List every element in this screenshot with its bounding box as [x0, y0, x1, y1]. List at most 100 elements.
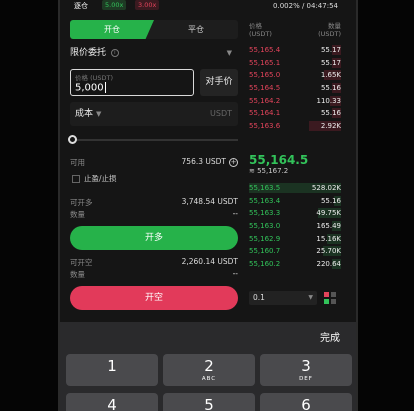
- short-qty-row: 数量 --: [70, 269, 238, 280]
- key-4[interactable]: 4GHI: [66, 393, 158, 411]
- long-qty-label: 数量: [70, 210, 85, 219]
- key-3[interactable]: 3 DEF: [260, 354, 352, 386]
- plus-icon[interactable]: +: [229, 158, 238, 167]
- key-digit: 6: [301, 396, 311, 411]
- amount-slider[interactable]: [68, 135, 238, 144]
- long-qty-row: 数量 --: [70, 209, 238, 220]
- order-type-select[interactable]: 限价委托 i ▼: [70, 43, 238, 63]
- key-digit: 5: [204, 396, 214, 411]
- ask-price: 55,164.2: [249, 96, 281, 105]
- ask-qty: 55.17: [320, 58, 341, 67]
- can-open-long-row: 可开多 3,748.54 USDT: [70, 197, 238, 208]
- slider-handle[interactable]: [68, 135, 77, 144]
- qty-header: 数量 (USDT): [318, 22, 341, 38]
- cost-label: 成本: [75, 109, 94, 119]
- available-label: 可用: [70, 158, 85, 167]
- key-1[interactable]: 1: [66, 354, 158, 386]
- cost-unit: USDT: [210, 109, 232, 118]
- ask-price: 55,165.0: [249, 71, 281, 80]
- info-icon[interactable]: i: [110, 48, 119, 57]
- ask-qty: 55.17: [320, 46, 341, 54]
- ask-row[interactable]: 55,165.4 55.17: [249, 44, 341, 57]
- ask-row[interactable]: 55,164.2 110.33: [249, 95, 341, 108]
- key-2[interactable]: 2 ABC: [163, 354, 255, 386]
- ask-qty: 55.16: [320, 84, 341, 93]
- bid-price: 55,163.5: [249, 184, 281, 192]
- ask-row[interactable]: 55,163.6 2.92K: [249, 120, 341, 133]
- ask-row[interactable]: 55,164.5 55.16: [249, 82, 341, 95]
- bid-qty: 49.75K: [316, 209, 341, 218]
- text-cursor: [104, 82, 106, 93]
- bid-row[interactable]: 55,162.9 15.16K: [249, 233, 341, 246]
- done-button[interactable]: 完成: [320, 329, 340, 344]
- bid-qty: 15.16K: [316, 234, 341, 243]
- bid-qty: 55.16: [320, 196, 341, 205]
- bid-price: 55,163.3: [249, 209, 281, 218]
- ask-row[interactable]: 55,165.0 1.65K: [249, 69, 341, 82]
- counterparty-price-button[interactable]: 对手价: [200, 69, 238, 96]
- chevron-down-icon: ▼: [308, 294, 313, 301]
- open-short-button[interactable]: 开空: [70, 286, 238, 310]
- price-input[interactable]: 价格 (USDT) 5,000: [70, 69, 194, 96]
- short-qty-value: --: [232, 269, 238, 278]
- tpsl-toggle[interactable]: 止盈/止损: [72, 173, 117, 184]
- orderbook-header: 价格 (USDT) 数量 (USDT): [249, 20, 341, 38]
- bid-row[interactable]: 55,163.0 165.49: [249, 220, 341, 233]
- price-input-value: 5,000: [75, 82, 106, 94]
- key-letters: ABC: [201, 376, 217, 382]
- ask-price: 55,164.1: [249, 109, 281, 118]
- top-status-bar: 逐仓 5.00x 3.00x 0.002% / 04:47:54: [60, 0, 356, 13]
- tpsl-label: 止盈/止损: [84, 174, 117, 183]
- bid-row[interactable]: 55,160.7 25.70K: [249, 245, 341, 258]
- can-open-long-value: 3,748.54 USDT: [181, 197, 238, 206]
- price-input-label: 价格 (USDT): [75, 74, 113, 82]
- bid-qty: 220.64: [316, 260, 342, 269]
- mark-price: ≋ 55,167.2: [249, 167, 289, 175]
- available-row: 可用 756.3 USDT +: [70, 157, 238, 168]
- bid-row[interactable]: 55,163.4 55.16: [249, 195, 341, 208]
- chevron-down-icon: ▼: [226, 49, 232, 57]
- long-qty-value: --: [232, 209, 238, 218]
- open-long-button[interactable]: 开多: [70, 226, 238, 250]
- ask-qty: 1.65K: [320, 71, 341, 80]
- key-digit: 2: [204, 357, 214, 375]
- leverage-long-badge[interactable]: 5.00x: [102, 0, 127, 10]
- key-6[interactable]: 6MNO: [260, 393, 352, 411]
- key-5[interactable]: 5JKL: [163, 393, 255, 411]
- ask-row[interactable]: 55,164.1 55.16: [249, 107, 341, 120]
- orderbook-layout-icon[interactable]: [323, 291, 337, 305]
- ask-price: 55,165.1: [249, 58, 281, 67]
- can-open-long-label: 可开多: [70, 198, 93, 207]
- ask-qty: 2.92K: [320, 122, 341, 131]
- key-letters: DEF: [299, 376, 313, 382]
- tab-close[interactable]: 平仓: [154, 20, 238, 39]
- tab-open[interactable]: 开仓: [70, 20, 154, 39]
- key-digit: 4: [107, 396, 117, 411]
- available-value: 756.3 USDT: [181, 157, 226, 166]
- ask-row[interactable]: 55,165.1 55.17: [249, 57, 341, 70]
- bid-price: 55,163.0: [249, 222, 281, 231]
- bid-qty: 165.49: [316, 222, 342, 231]
- bids-list: 55,163.5 528.02K 55,163.4 55.16 55,163.3 49.7…: [249, 182, 341, 271]
- bid-price: 55,160.2: [249, 260, 281, 269]
- short-qty-label: 数量: [70, 270, 85, 279]
- ask-price: 55,164.5: [249, 84, 281, 93]
- bid-row[interactable]: 55,163.3 49.75K: [249, 207, 341, 220]
- margin-mode[interactable]: 逐仓: [74, 1, 88, 11]
- tpsl-checkbox[interactable]: [72, 175, 80, 183]
- leverage-short-badge[interactable]: 3.00x: [135, 0, 160, 10]
- ask-price: 55,165.4: [249, 46, 281, 54]
- bid-price: 55,162.9: [249, 234, 281, 243]
- key-digit: 1: [107, 357, 117, 375]
- numeric-keyboard: 完成 12ABC3DEF4GHI5JKL6MNO: [60, 322, 356, 411]
- last-price-block[interactable]: 55,164.5 ≋ 55,167.2: [249, 153, 341, 175]
- cost-field[interactable]: 成本 ▼ USDT: [70, 102, 238, 126]
- bid-price: 55,163.4: [249, 196, 281, 205]
- can-open-short-row: 可开空 2,260.14 USDT: [70, 257, 238, 268]
- depth-precision-value: 0.1: [253, 293, 265, 302]
- bid-row[interactable]: 55,160.2 220.64: [249, 258, 341, 271]
- last-price: 55,164.5: [249, 153, 309, 167]
- bid-row[interactable]: 55,163.5 528.02K: [249, 182, 341, 195]
- depth-precision-select[interactable]: 0.1 ▼: [249, 291, 317, 305]
- key-digit: 3: [301, 357, 311, 375]
